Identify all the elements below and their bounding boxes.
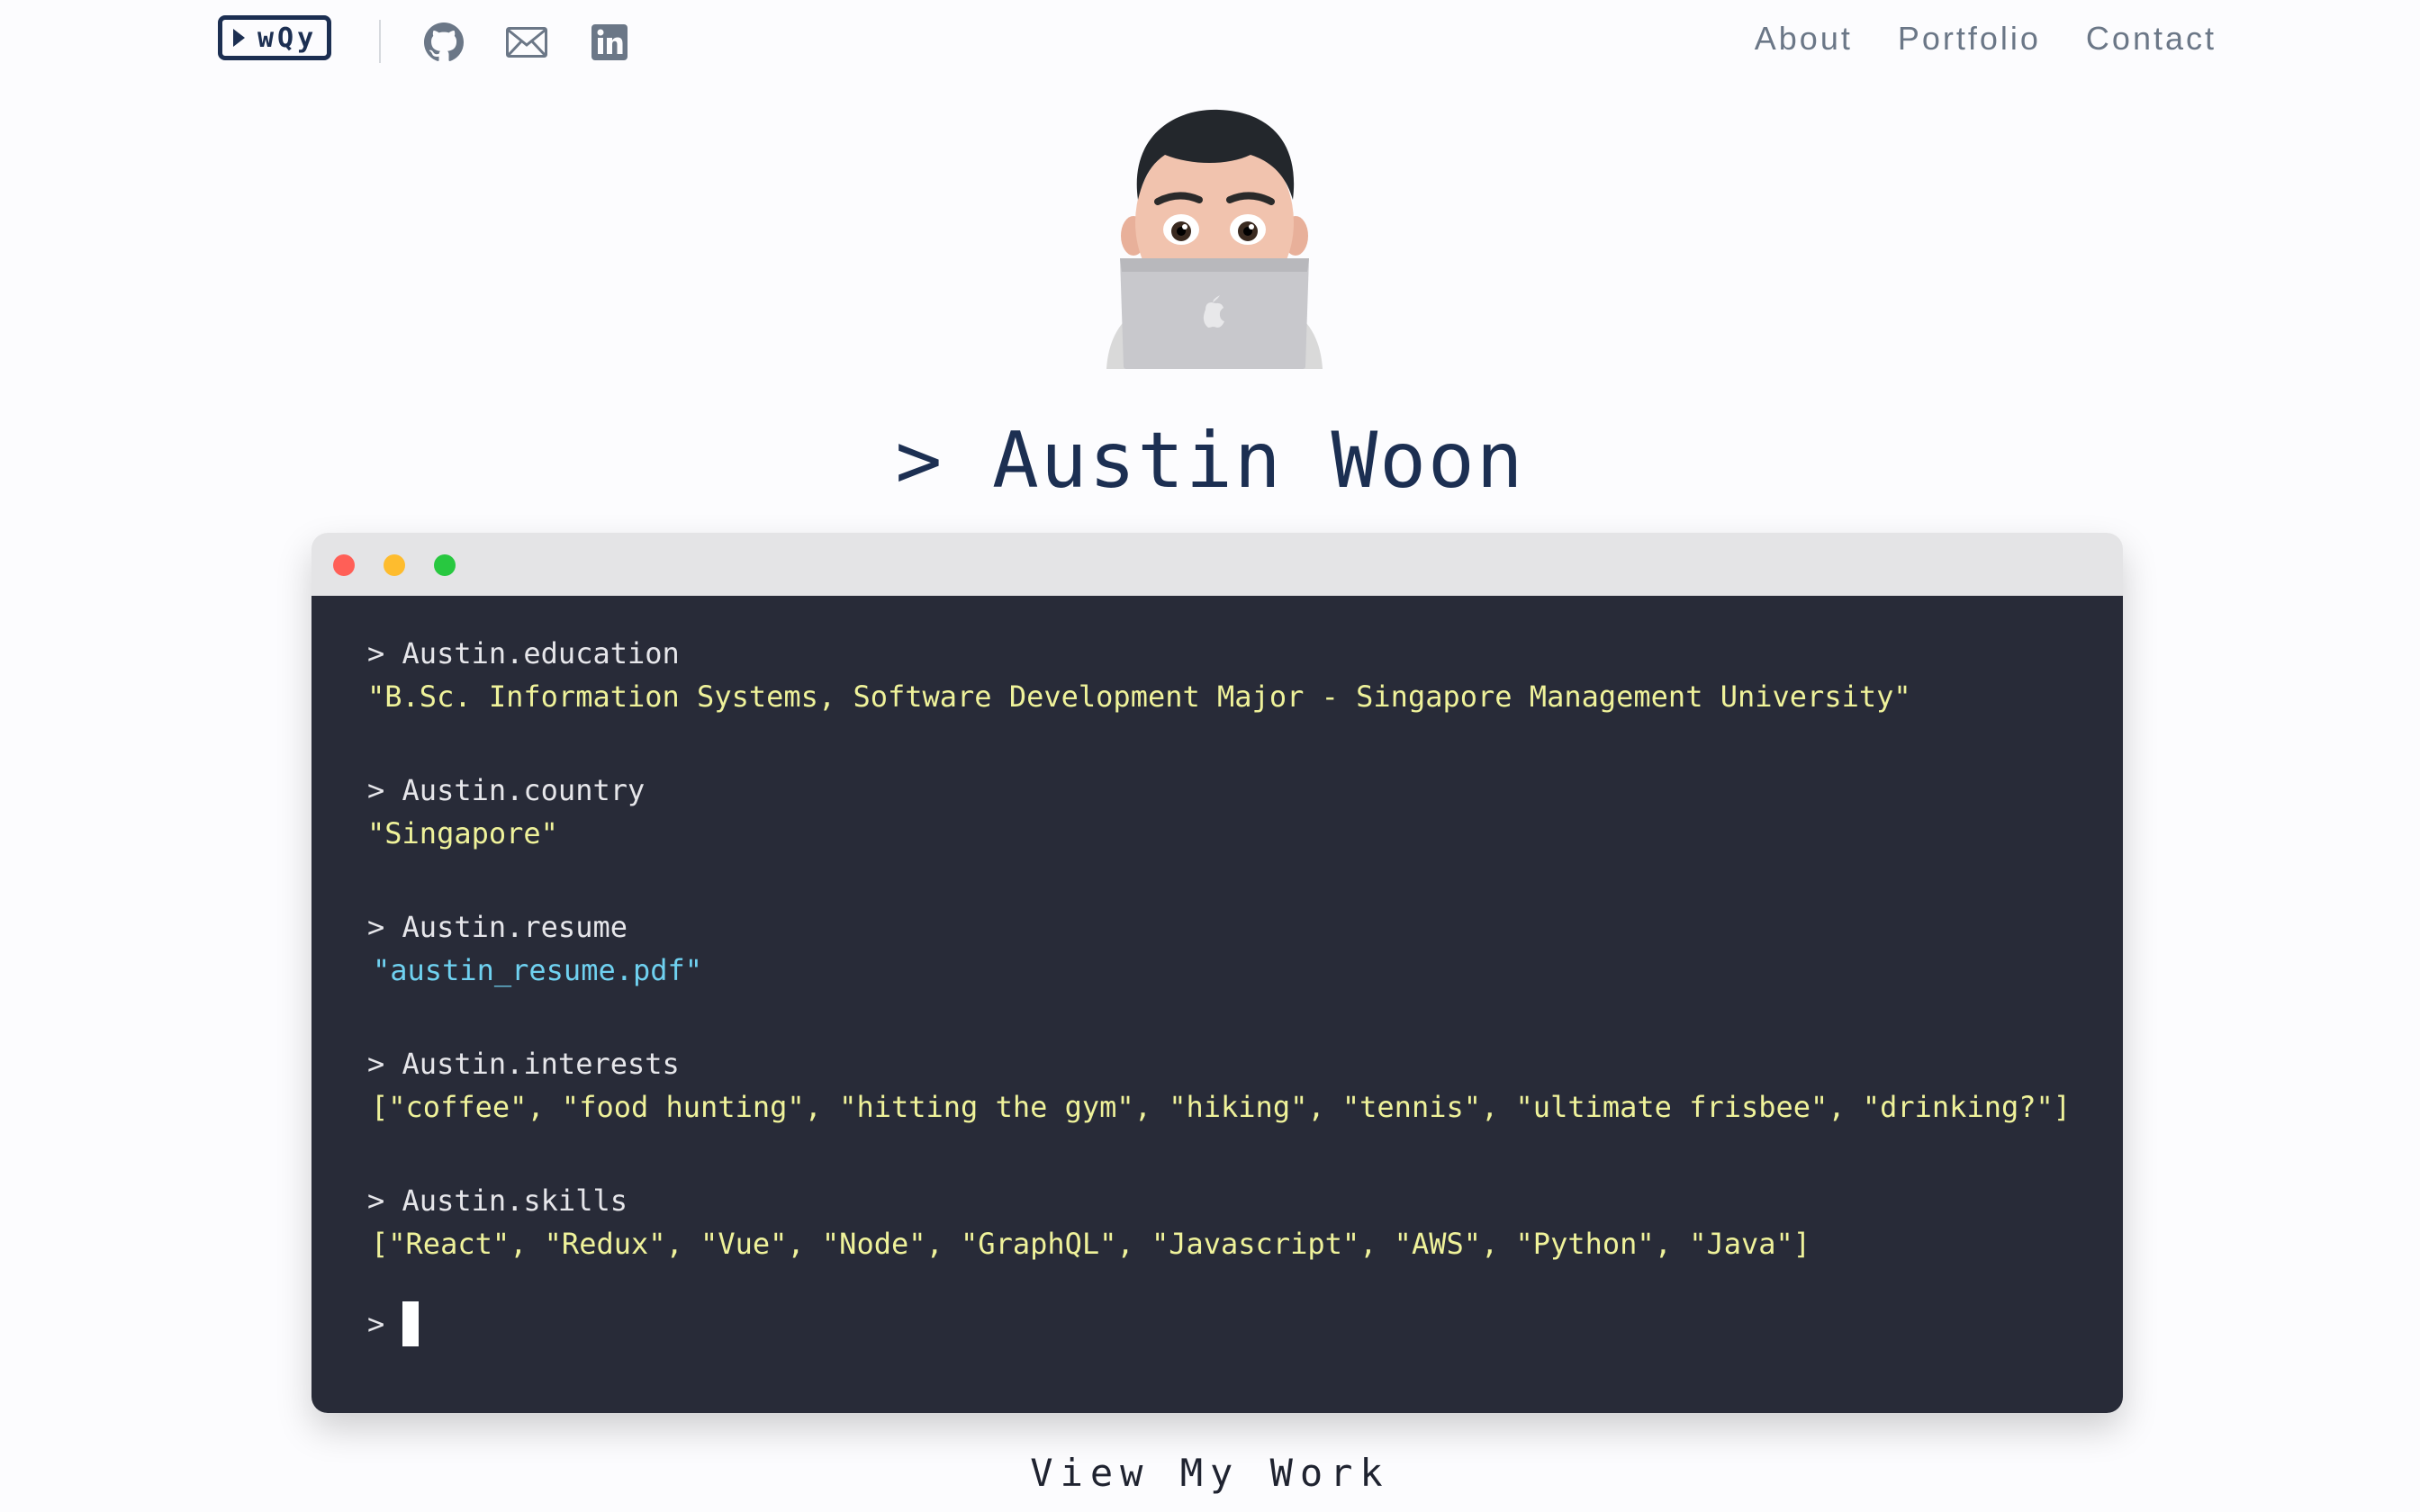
terminal-window: > Austin.education "B.Sc. Information Sy…: [312, 533, 2123, 1413]
terminal-output: "Singapore": [367, 816, 558, 850]
terminal-output: "B.Sc. Information Systems, Software Dev…: [367, 680, 1911, 714]
terminal-output: ["coffee", "food hunting", "hitting the …: [371, 1090, 2072, 1124]
maximize-window-button[interactable]: [434, 554, 456, 576]
main-nav: About Portfolio Contact: [1755, 20, 2217, 58]
linkedin-icon[interactable]: [589, 22, 630, 63]
github-icon[interactable]: [423, 22, 465, 63]
nav-contact-link[interactable]: Contact: [2086, 20, 2217, 58]
view-my-work-link[interactable]: View My Work: [0, 1451, 2420, 1495]
terminal-command: > Austin.country: [367, 773, 646, 807]
header-divider: [379, 20, 381, 63]
nav-portfolio-link[interactable]: Portfolio: [1898, 20, 2041, 58]
logo-text: wQy: [257, 22, 318, 54]
terminal-cursor: [402, 1301, 420, 1346]
terminal-command: > Austin.skills: [367, 1184, 628, 1218]
hero-name: > Austin Woon: [895, 416, 1525, 506]
terminal-output: ["React", "Redux", "Vue", "Node", "Graph…: [371, 1227, 1811, 1261]
close-window-button[interactable]: [333, 554, 355, 576]
nav-about-link[interactable]: About: [1755, 20, 1853, 58]
site-logo[interactable]: wQy: [218, 15, 331, 60]
terminal-prompt: >: [367, 1307, 385, 1341]
terminal-command: > Austin.interests: [367, 1047, 680, 1081]
terminal-body: > Austin.education "B.Sc. Information Sy…: [312, 596, 2123, 1413]
play-triangle-icon: [233, 29, 245, 47]
terminal-command: > Austin.education: [367, 636, 680, 670]
memoji-laptop-avatar: [1102, 101, 1327, 371]
resume-link[interactable]: "austin_resume.pdf": [367, 949, 2123, 992]
mail-icon[interactable]: [506, 22, 547, 63]
terminal-title-bar: [312, 533, 2123, 596]
terminal-command: > Austin.resume: [367, 910, 628, 944]
top-navigation-bar: wQy About Portfolio Contact: [0, 0, 2420, 86]
terminal-input-line[interactable]: >: [367, 1301, 2123, 1346]
minimize-window-button[interactable]: [384, 554, 405, 576]
